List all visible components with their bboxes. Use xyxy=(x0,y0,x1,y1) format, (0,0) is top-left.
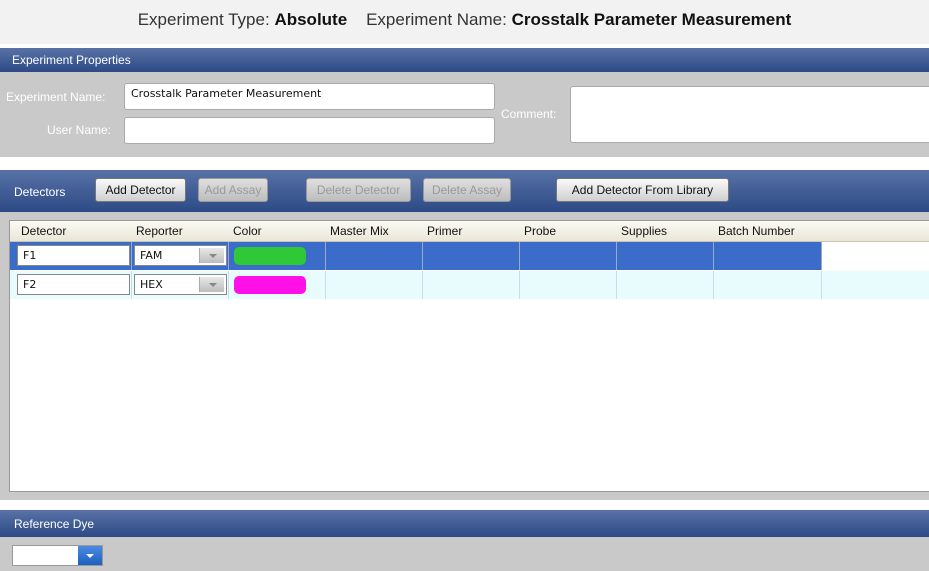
supplies-cell[interactable] xyxy=(617,242,714,270)
chevron-down-icon[interactable] xyxy=(78,546,102,565)
detectors-grid-panel: Detector Reporter Color Master Mix Prime… xyxy=(0,212,929,500)
color-swatch[interactable] xyxy=(234,276,306,294)
properties-band: Experiment Properties xyxy=(0,48,929,72)
filler-cell xyxy=(822,271,929,299)
reference-dye-title: Reference Dye xyxy=(14,517,95,531)
filler-cell xyxy=(822,242,929,270)
table-row[interactable]: F1 FAM xyxy=(10,242,929,270)
experiment-header: Experiment Type: Absolute Experiment Nam… xyxy=(0,0,929,44)
column-header-probe[interactable]: Probe xyxy=(524,224,556,238)
delete-detector-button[interactable]: Delete Detector xyxy=(306,178,411,202)
type-label: Experiment Type: xyxy=(137,10,270,29)
detectors-grid: Detector Reporter Color Master Mix Prime… xyxy=(9,220,929,492)
detector-name-field[interactable]: F1 xyxy=(17,245,130,266)
column-header-primer[interactable]: Primer xyxy=(427,224,462,238)
properties-title: Experiment Properties xyxy=(12,53,131,67)
reference-dye-select[interactable] xyxy=(12,545,103,566)
reporter-select[interactable]: HEX xyxy=(134,274,227,295)
add-detector-from-library-button[interactable]: Add Detector From Library xyxy=(556,178,729,202)
master-mix-cell[interactable] xyxy=(326,271,423,299)
reference-dye-band: Reference Dye xyxy=(0,510,929,537)
column-header-reporter[interactable]: Reporter xyxy=(136,224,183,238)
add-assay-button[interactable]: Add Assay xyxy=(198,178,268,202)
type-value: Absolute xyxy=(274,10,348,29)
detector-cell[interactable]: F2 xyxy=(10,271,132,299)
name-label: Experiment Name: xyxy=(366,10,507,29)
batch-number-cell[interactable] xyxy=(714,242,822,270)
primer-cell[interactable] xyxy=(423,242,520,270)
reference-dye-panel xyxy=(0,537,929,571)
add-detector-button[interactable]: Add Detector xyxy=(95,178,186,202)
comment-field[interactable] xyxy=(570,86,929,143)
column-header-master-mix[interactable]: Master Mix xyxy=(330,224,389,238)
color-swatch[interactable] xyxy=(234,247,306,265)
grid-header: Detector Reporter Color Master Mix Prime… xyxy=(10,221,929,242)
chevron-down-icon[interactable] xyxy=(199,248,224,263)
header-title: Experiment Type: Absolute Experiment Nam… xyxy=(0,10,929,30)
detectors-title: Detectors xyxy=(14,185,66,199)
user-name-field[interactable] xyxy=(124,117,495,144)
user-name-label: User Name: xyxy=(47,123,112,137)
table-row[interactable]: F2 HEX xyxy=(10,271,929,299)
delete-assay-button[interactable]: Delete Assay xyxy=(423,178,511,202)
detector-name-field[interactable]: F2 xyxy=(17,274,130,295)
color-cell[interactable] xyxy=(229,271,326,299)
master-mix-cell[interactable] xyxy=(326,242,423,270)
reporter-cell[interactable]: FAM xyxy=(132,242,229,270)
experiment-name-field[interactable]: Crosstalk Parameter Measurement xyxy=(124,83,495,110)
supplies-cell[interactable] xyxy=(617,271,714,299)
column-header-batch-number[interactable]: Batch Number xyxy=(718,224,795,238)
comment-label: Comment: xyxy=(501,107,557,121)
reporter-cell[interactable]: HEX xyxy=(132,271,229,299)
detector-cell[interactable]: F1 xyxy=(10,242,132,270)
column-header-supplies[interactable]: Supplies xyxy=(621,224,667,238)
name-value: Crosstalk Parameter Measurement xyxy=(511,10,792,29)
primer-cell[interactable] xyxy=(423,271,520,299)
column-header-detector[interactable]: Detector xyxy=(21,224,66,238)
reporter-value: HEX xyxy=(140,278,163,291)
probe-cell[interactable] xyxy=(520,271,617,299)
color-cell[interactable] xyxy=(229,242,326,270)
reporter-select[interactable]: FAM xyxy=(134,245,227,266)
probe-cell[interactable] xyxy=(520,242,617,270)
batch-number-cell[interactable] xyxy=(714,271,822,299)
experiment-name-label: Experiment Name: xyxy=(6,90,106,104)
reporter-value: FAM xyxy=(140,249,163,262)
chevron-down-icon[interactable] xyxy=(199,277,224,292)
properties-panel: Experiment Name: Crosstalk Parameter Mea… xyxy=(0,72,929,157)
column-header-color[interactable]: Color xyxy=(233,224,262,238)
